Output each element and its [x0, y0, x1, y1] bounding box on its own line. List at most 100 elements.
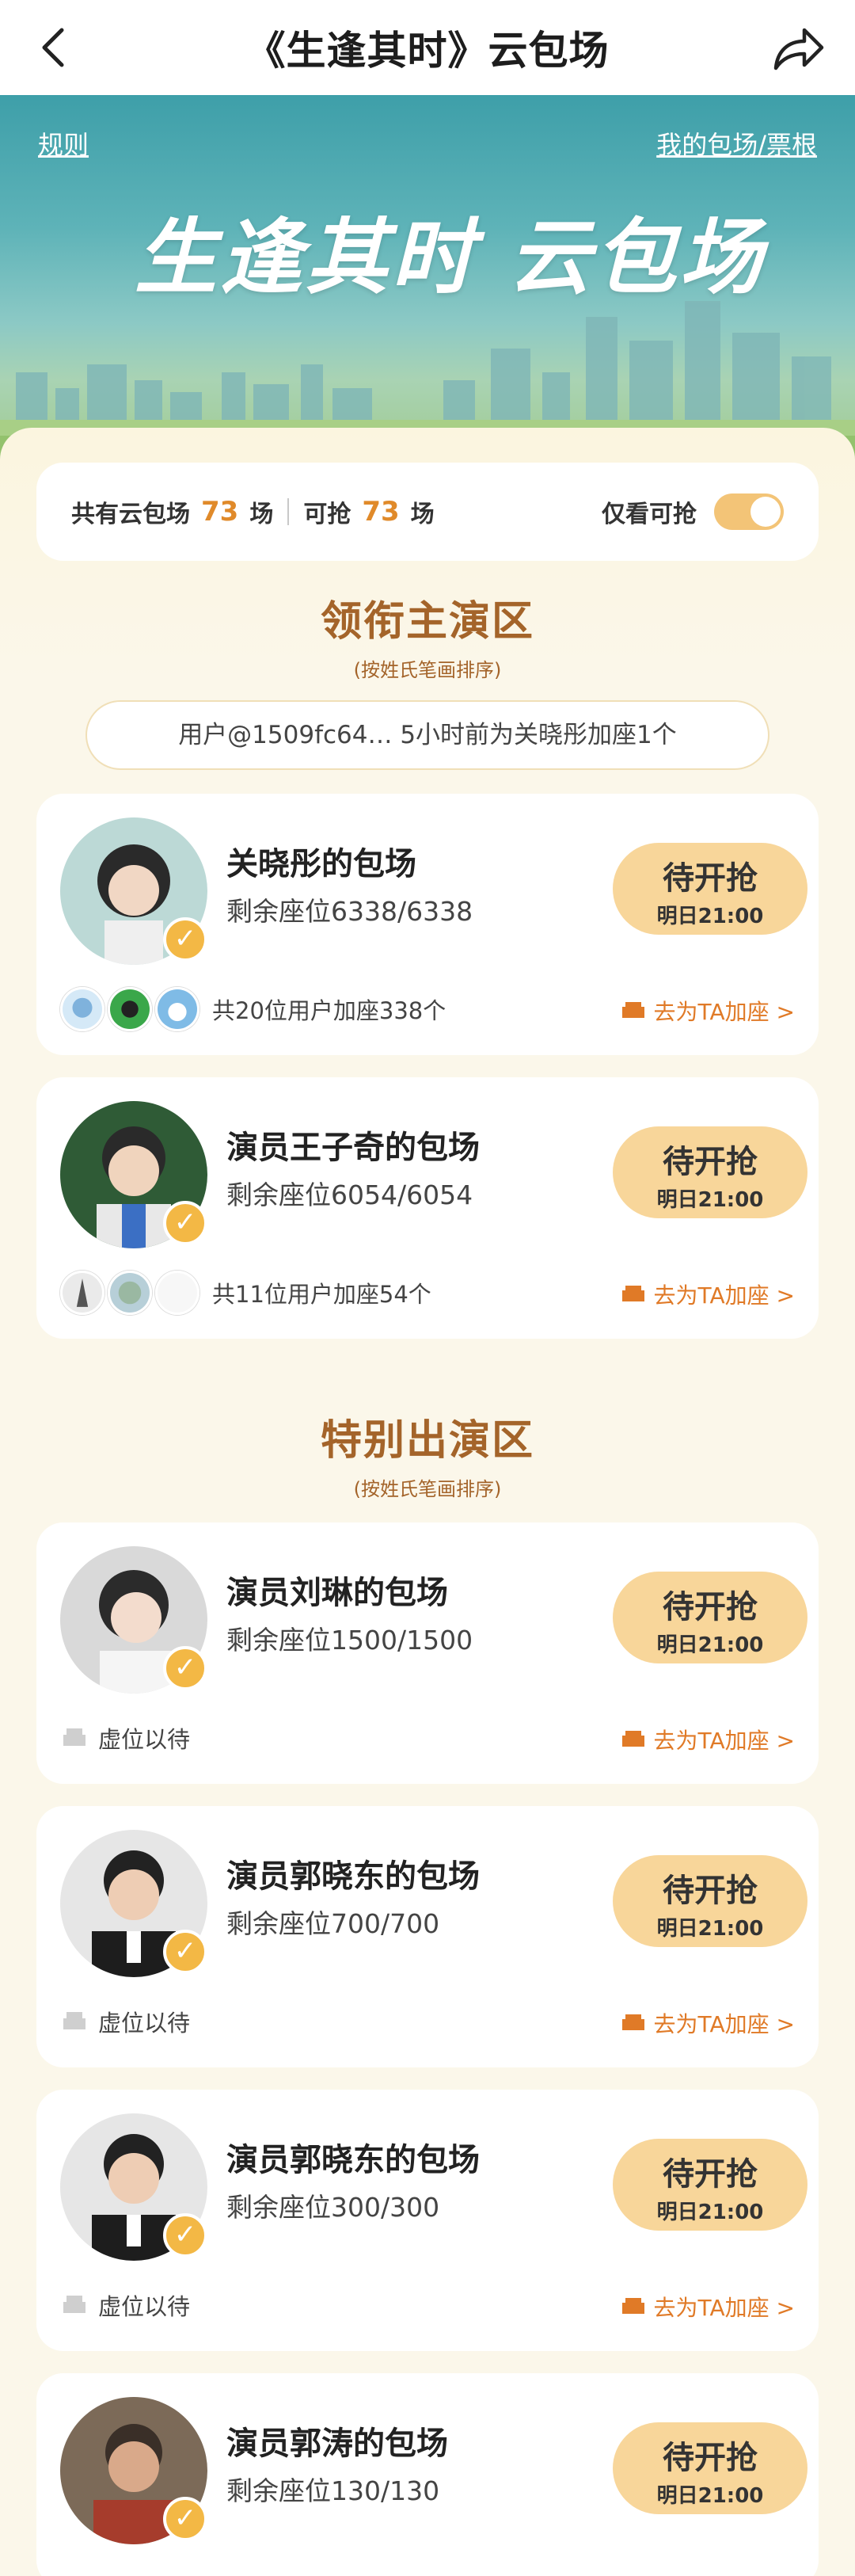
remaining-seats: 剩余座位700/700	[226, 1908, 440, 1939]
grab-label: 可抢	[303, 501, 352, 528]
grab-count: 73	[362, 496, 400, 528]
user-avatar	[108, 1271, 152, 1315]
booking-card[interactable]: ✓ 演员刘琳的包场 剩余座位1500/1500 待开抢 明日21:00 虚位以待…	[36, 1522, 819, 1784]
grab-start-time: 明日21:00	[656, 905, 764, 928]
sofa-icon	[621, 1286, 644, 1301]
add-seat-label: 去为TA加座 >	[653, 2295, 795, 2321]
sofa-icon	[621, 2014, 644, 2030]
verified-icon: ✓	[163, 1930, 207, 1974]
sofa-icon	[621, 2298, 644, 2314]
sofa-icon	[621, 1731, 644, 1747]
remaining-seats: 剩余座位6338/6338	[226, 896, 473, 927]
booking-card[interactable]: ✓ 演员郭晓东的包场 剩余座位700/700 待开抢 明日21:00 虚位以待 …	[36, 1806, 819, 2067]
grab-unit: 场	[410, 501, 435, 528]
vacant-text: 虚位以待	[98, 2293, 191, 2320]
remaining-seats: 剩余座位6054/6054	[226, 1179, 473, 1210]
top-nav-bar: 《生逢其时》云包场	[0, 0, 855, 95]
hero-banner: 规则 我的包场/票根 生逢其时 云包场	[0, 95, 855, 475]
vacant-row: 虚位以待	[60, 1713, 190, 1763]
back-arrow-icon[interactable]	[32, 24, 79, 71]
add-seat-link[interactable]: 去为TA加座 >	[619, 1724, 795, 1755]
grab-button[interactable]: 待开抢 明日21:00	[613, 2422, 808, 2514]
supporters-count: 共20位用户加座338个	[212, 997, 446, 1024]
only-grab-toggle[interactable]	[714, 493, 784, 530]
special-section-subtitle: (按姓氏笔画排序)	[353, 1478, 502, 1500]
add-seat-label: 去为TA加座 >	[653, 2011, 795, 2037]
add-seat-link[interactable]: 去为TA加座 >	[619, 2291, 795, 2323]
grab-button[interactable]: 待开抢 明日21:00	[613, 1126, 808, 1218]
empty-seat-icon	[63, 2012, 86, 2029]
rules-link[interactable]: 规则	[38, 125, 89, 162]
grab-start-time: 明日21:00	[656, 1633, 764, 1657]
supporters-count: 共11位用户加座54个	[212, 1281, 431, 1308]
add-seat-label: 去为TA加座 >	[653, 1728, 795, 1754]
grab-button-label: 待开抢	[663, 860, 758, 897]
lead-section-title: 领衔主演区	[320, 598, 534, 646]
activity-notice: 用户@1509fc64… 5小时前为关晓彤加座1个	[86, 700, 770, 770]
grab-button-label: 待开抢	[663, 1873, 758, 1909]
add-seat-label: 去为TA加座 >	[653, 999, 795, 1025]
booking-card[interactable]: ✓ 演员郭晓东的包场 剩余座位300/300 待开抢 明日21:00 虚位以待 …	[36, 2090, 819, 2351]
total-label: 共有云包场	[71, 501, 190, 528]
special-section-title: 特别出演区	[320, 1417, 534, 1465]
user-avatar	[155, 987, 200, 1031]
summary-bar: 共有云包场 73 场 可抢 73 场 仅看可抢	[36, 463, 819, 561]
total-unit: 场	[249, 501, 274, 528]
grab-button-label: 待开抢	[663, 1589, 758, 1625]
divider	[287, 498, 290, 525]
vacant-text: 虚位以待	[98, 1726, 191, 1753]
vacant-row: 虚位以待	[60, 1996, 190, 2047]
add-seat-link[interactable]: 去为TA加座 >	[619, 1278, 795, 1310]
grab-button[interactable]: 待开抢 明日21:00	[613, 843, 808, 935]
verified-icon: ✓	[163, 917, 207, 962]
toggle-label: 仅看可抢	[602, 501, 697, 528]
remaining-seats: 剩余座位130/130	[226, 2475, 440, 2506]
verified-icon: ✓	[163, 1646, 207, 1690]
grab-button[interactable]: 待开抢 明日21:00	[613, 1572, 808, 1663]
share-icon[interactable]	[771, 22, 826, 73]
grab-start-time: 明日21:00	[656, 2484, 764, 2508]
grab-button-label: 待开抢	[663, 2440, 758, 2476]
card-title: 演员郭涛的包场	[226, 2425, 448, 2462]
grab-button[interactable]: 待开抢 明日21:00	[613, 1855, 808, 1947]
booking-card[interactable]: ✓ 关晓彤的包场 剩余座位6338/6338 待开抢 明日21:00 共20位用…	[36, 794, 819, 1055]
my-booking-link[interactable]: 我的包场/票根	[656, 125, 817, 162]
total-count: 73	[201, 496, 239, 528]
only-grab-filter: 仅看可抢	[602, 493, 784, 530]
card-title: 演员郭晓东的包场	[226, 1858, 480, 1895]
supporters-row: 共20位用户加座338个	[60, 984, 446, 1035]
main-panel: 共有云包场 73 场 可抢 73 场 仅看可抢 领衔主演区 (按姓氏笔画排序) …	[0, 428, 855, 2576]
empty-seat-icon	[63, 1728, 86, 1746]
add-seat-link[interactable]: 去为TA加座 >	[619, 2007, 795, 2039]
grab-start-time: 明日21:00	[656, 2201, 764, 2224]
user-avatar	[108, 987, 152, 1031]
remaining-seats: 剩余座位1500/1500	[226, 1625, 473, 1656]
booking-card[interactable]: ✓ 演员王子奇的包场 剩余座位6054/6054 待开抢 明日21:00 共11…	[36, 1077, 819, 1339]
card-title: 演员郭晓东的包场	[226, 2142, 480, 2178]
user-avatar	[60, 1271, 104, 1315]
remaining-seats: 剩余座位300/300	[226, 2192, 440, 2223]
verified-icon: ✓	[163, 2497, 207, 2541]
page-title: 《生逢其时》云包场	[245, 28, 610, 74]
grab-button-label: 待开抢	[663, 1144, 758, 1180]
grab-start-time: 明日21:00	[656, 1917, 764, 1941]
grab-button[interactable]: 待开抢 明日21:00	[613, 2139, 808, 2231]
add-seat-link[interactable]: 去为TA加座 >	[619, 995, 795, 1027]
user-avatar	[155, 1271, 200, 1315]
booking-card[interactable]: ✓ 演员郭涛的包场 剩余座位130/130 待开抢 明日21:00	[36, 2373, 819, 2576]
sofa-icon	[621, 1002, 644, 1018]
vacant-row: 虚位以待	[60, 2280, 190, 2330]
supporters-row: 共11位用户加座54个	[60, 1267, 431, 1318]
card-title: 演员王子奇的包场	[226, 1130, 480, 1166]
user-avatar	[60, 987, 104, 1031]
lead-section-subtitle: (按姓氏笔画排序)	[353, 659, 502, 681]
verified-icon: ✓	[163, 1201, 207, 1245]
card-title: 关晓彤的包场	[226, 846, 416, 882]
grab-start-time: 明日21:00	[656, 1188, 764, 1212]
add-seat-label: 去为TA加座 >	[653, 1282, 795, 1309]
empty-seat-icon	[63, 2296, 86, 2313]
vacant-text: 虚位以待	[98, 2010, 191, 2037]
grab-button-label: 待开抢	[663, 2156, 758, 2193]
verified-icon: ✓	[163, 2213, 207, 2258]
card-title: 演员刘琳的包场	[226, 1575, 448, 1611]
